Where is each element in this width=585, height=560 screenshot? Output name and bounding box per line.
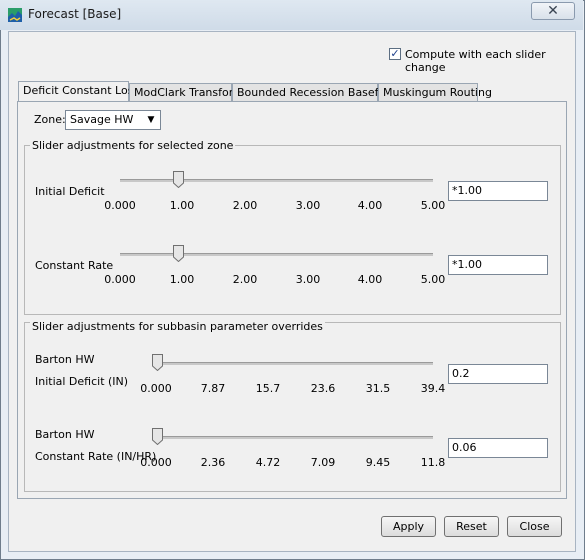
chevron-down-icon[interactable]: ▼ — [144, 112, 158, 128]
constant-rate-in-hr-value-field[interactable]: 0.06 — [448, 438, 548, 458]
tick-label: 3.00 — [295, 199, 321, 212]
initial-deficit-in-value-field[interactable]: 0.2 — [448, 364, 548, 384]
tab-muskingum-routing[interactable]: Muskingum Routing — [378, 83, 492, 101]
tab-deficit-constant-loss[interactable]: Deficit Constant Loss — [18, 81, 139, 102]
tick-label: 0.000 — [140, 456, 172, 469]
constant-rate-in-hr-slider-track[interactable] — [156, 436, 433, 439]
tick-label: 3.00 — [295, 273, 321, 286]
tick-label: 15.7 — [255, 382, 281, 395]
tick-label: 0.000 — [104, 199, 136, 212]
slider-thumb-icon[interactable] — [152, 354, 163, 371]
tick-label: 9.45 — [365, 456, 391, 469]
constant-rate-value-field[interactable]: *1.00 — [448, 255, 548, 275]
initial-deficit-value-field[interactable]: *1.00 — [448, 181, 548, 201]
app-icon — [8, 8, 22, 22]
tick-label: 7.09 — [310, 456, 336, 469]
initial-deficit-label: Initial Deficit — [35, 185, 105, 198]
tick-label: 1.00 — [169, 273, 195, 286]
checkmark-icon: ✓ — [390, 47, 400, 60]
tick-label: 4.00 — [357, 199, 383, 212]
close-button[interactable]: Close — [507, 516, 562, 537]
tick-label: 39.4 — [420, 382, 446, 395]
subbasin-slider-group — [24, 322, 561, 492]
compute-checkbox-label: Compute with each slider change — [405, 48, 546, 74]
zone-group-title: Slider adjustments for selected zone — [30, 139, 236, 152]
tab-bounded-recession-baseflow[interactable]: Bounded Recession Baseflow — [232, 83, 397, 101]
tick-label: 4.72 — [255, 456, 281, 469]
window-title: Forecast [Base] — [28, 7, 122, 21]
close-icon[interactable]: ✕ — [531, 2, 575, 20]
constant-rate-slider-track[interactable] — [120, 253, 433, 256]
compute-checkbox[interactable]: ✓ — [389, 48, 401, 60]
slider-thumb-icon[interactable] — [173, 245, 184, 262]
tick-label: 11.8 — [420, 456, 446, 469]
slider-thumb-icon[interactable] — [173, 171, 184, 188]
tick-label: 0.000 — [140, 382, 172, 395]
tick-label: 2.00 — [232, 199, 258, 212]
tick-label: 5.00 — [420, 273, 446, 286]
tick-label: 5.00 — [420, 199, 446, 212]
subbasin-name-label: Barton HW — [35, 353, 95, 366]
initial-deficit-slider-track[interactable] — [120, 179, 433, 182]
initial-deficit-in-label: Initial Deficit (IN) — [35, 375, 129, 388]
tick-label: 7.87 — [200, 382, 226, 395]
zone-label: Zone: — [34, 113, 66, 126]
tick-label: 4.00 — [357, 273, 383, 286]
subbasin-group-title: Slider adjustments for subbasin paramete… — [30, 320, 325, 333]
tick-label: 0.000 — [104, 273, 136, 286]
subbasin-name-label: Barton HW — [35, 428, 95, 441]
apply-button[interactable]: Apply — [381, 516, 436, 537]
tick-label: 31.5 — [365, 382, 391, 395]
tick-label: 1.00 — [169, 199, 195, 212]
reset-button[interactable]: Reset — [444, 516, 499, 537]
tick-label: 2.00 — [232, 273, 258, 286]
initial-deficit-in-slider-track[interactable] — [156, 362, 433, 365]
tick-label: 23.6 — [310, 382, 336, 395]
constant-rate-label: Constant Rate — [35, 259, 114, 272]
tab-modclark-transform[interactable]: ModClark Transform — [129, 83, 244, 101]
tick-label: 2.36 — [200, 456, 226, 469]
zone-slider-group — [24, 145, 561, 315]
slider-thumb-icon[interactable] — [152, 428, 163, 445]
